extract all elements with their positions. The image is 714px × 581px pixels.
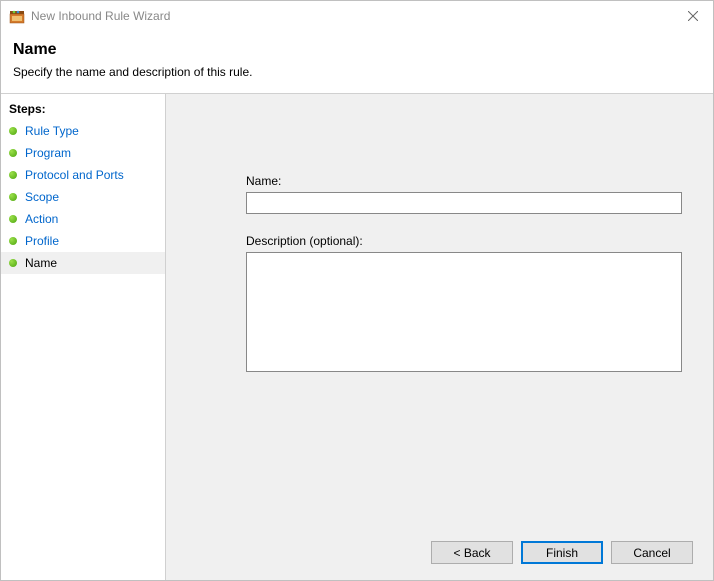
button-bar: < Back Finish Cancel bbox=[431, 541, 693, 564]
step-label: Profile bbox=[25, 234, 59, 248]
step-action[interactable]: Action bbox=[1, 208, 165, 230]
bullet-icon bbox=[9, 127, 17, 135]
description-input[interactable] bbox=[246, 252, 682, 372]
page-title: Name bbox=[13, 41, 701, 59]
step-rule-type[interactable]: Rule Type bbox=[1, 120, 165, 142]
bullet-icon bbox=[9, 215, 17, 223]
step-protocol-and-ports[interactable]: Protocol and Ports bbox=[1, 164, 165, 186]
step-program[interactable]: Program bbox=[1, 142, 165, 164]
step-label: Program bbox=[25, 146, 71, 160]
bullet-icon bbox=[9, 193, 17, 201]
body-area: Steps: Rule Type Program Protocol and Po… bbox=[1, 94, 713, 580]
main-panel: Name: Description (optional): < Back Fin… bbox=[166, 94, 713, 580]
description-label: Description (optional): bbox=[246, 234, 685, 248]
bullet-icon bbox=[9, 237, 17, 245]
cancel-button[interactable]: Cancel bbox=[611, 541, 693, 564]
app-icon bbox=[9, 8, 25, 24]
page-subtitle: Specify the name and description of this… bbox=[13, 65, 701, 79]
steps-header: Steps: bbox=[1, 100, 165, 120]
bullet-icon bbox=[9, 171, 17, 179]
bullet-icon bbox=[9, 149, 17, 157]
name-label: Name: bbox=[246, 174, 685, 188]
step-label: Rule Type bbox=[25, 124, 79, 138]
step-label: Action bbox=[25, 212, 58, 226]
titlebar: New Inbound Rule Wizard bbox=[1, 1, 713, 31]
step-scope[interactable]: Scope bbox=[1, 186, 165, 208]
bullet-icon bbox=[9, 259, 17, 267]
step-label: Scope bbox=[25, 190, 59, 204]
step-label: Name bbox=[25, 256, 57, 270]
step-label: Protocol and Ports bbox=[25, 168, 124, 182]
header-area: Name Specify the name and description of… bbox=[1, 31, 713, 94]
step-name[interactable]: Name bbox=[1, 252, 165, 274]
close-button[interactable] bbox=[673, 1, 713, 31]
step-profile[interactable]: Profile bbox=[1, 230, 165, 252]
back-button[interactable]: < Back bbox=[431, 541, 513, 564]
finish-button[interactable]: Finish bbox=[521, 541, 603, 564]
name-input[interactable] bbox=[246, 192, 682, 214]
window-title: New Inbound Rule Wizard bbox=[31, 9, 673, 23]
steps-sidebar: Steps: Rule Type Program Protocol and Po… bbox=[1, 94, 166, 580]
wizard-window: New Inbound Rule Wizard Name Specify the… bbox=[0, 0, 714, 581]
